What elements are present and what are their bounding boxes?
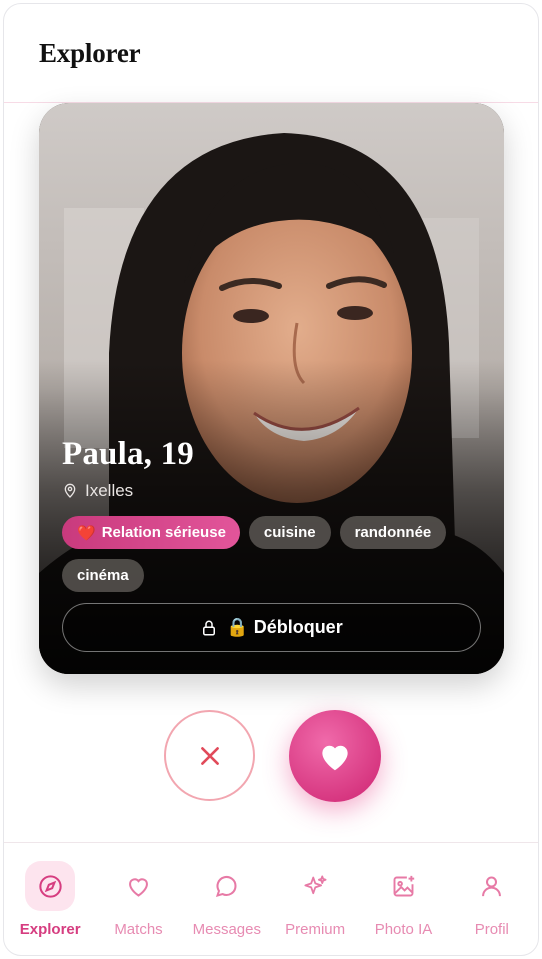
tag-label: Relation sérieuse	[101, 524, 226, 541]
bottom-tab-bar: Explorer Matchs Messages Premium Photo I…	[4, 842, 538, 955]
tab-messages[interactable]: Messages	[183, 843, 271, 955]
tab-icon-wrap	[113, 861, 163, 911]
unlock-button[interactable]: 🔒 Débloquer	[62, 603, 481, 652]
location-label: Ixelles	[85, 481, 134, 500]
tab-label: Matchs	[114, 921, 163, 938]
tag-label: cuisine	[263, 524, 316, 541]
tab-icon-wrap	[467, 861, 517, 911]
app-frame: Explorer Paula, 19 Ixelles ❤️ Relation s…	[3, 3, 539, 956]
swipe-actions	[4, 710, 538, 802]
profile-location: Ixelles	[62, 481, 481, 501]
tab-premium[interactable]: Premium	[271, 843, 359, 955]
tab-icon-wrap	[290, 861, 340, 911]
tab-label: Photo IA	[374, 921, 433, 938]
heart-outline-icon	[129, 877, 148, 897]
tag-cinema: cinéma	[62, 559, 144, 592]
tab-label: Explorer	[19, 921, 81, 938]
tag-relation: ❤️ Relation sérieuse	[62, 516, 240, 549]
tag-label: randonnée	[354, 524, 432, 541]
chat-bubble-icon	[216, 875, 237, 897]
tab-label: Messages	[192, 921, 261, 938]
lock-icon	[203, 620, 216, 635]
header: Explorer	[4, 4, 538, 103]
sparkles-icon	[304, 874, 327, 894]
tab-icon-wrap	[25, 861, 76, 911]
tab-label: Profil	[474, 921, 509, 938]
location-pin-icon	[64, 483, 76, 498]
heart-icon	[322, 745, 348, 771]
image-add-icon	[393, 875, 415, 896]
heart-emoji-icon: ❤️	[77, 524, 96, 542]
user-icon	[482, 875, 502, 896]
profile-name: Paula, 19	[62, 436, 194, 472]
tab-explorer[interactable]: Explorer	[6, 843, 94, 955]
close-icon	[200, 746, 219, 765]
pass-button[interactable]	[164, 710, 255, 801]
tab-icon-wrap	[202, 861, 252, 911]
tag-randonnee: randonnée	[339, 516, 447, 549]
tab-profil[interactable]: Profil	[448, 843, 536, 955]
tab-icon-wrap	[378, 861, 428, 911]
tab-label: Premium	[285, 921, 346, 938]
like-button[interactable]	[289, 710, 381, 802]
page-title: Explorer	[39, 37, 141, 68]
compass-icon	[39, 874, 62, 898]
tab-matchs[interactable]: Matchs	[94, 843, 182, 955]
profile-info: Paula, 19 Ixelles ❤️ Relation sérieuse c…	[62, 436, 481, 592]
profile-card[interactable]: Paula, 19 Ixelles ❤️ Relation sérieuse c…	[39, 103, 504, 674]
tag-cuisine: cuisine	[248, 516, 331, 549]
tab-photo-ia[interactable]: Photo IA	[359, 843, 447, 955]
unlock-label: 🔒 Débloquer	[226, 617, 343, 637]
interest-tags: ❤️ Relation sérieuse cuisine randonnée c…	[62, 516, 462, 592]
tag-label: cinéma	[77, 567, 129, 584]
